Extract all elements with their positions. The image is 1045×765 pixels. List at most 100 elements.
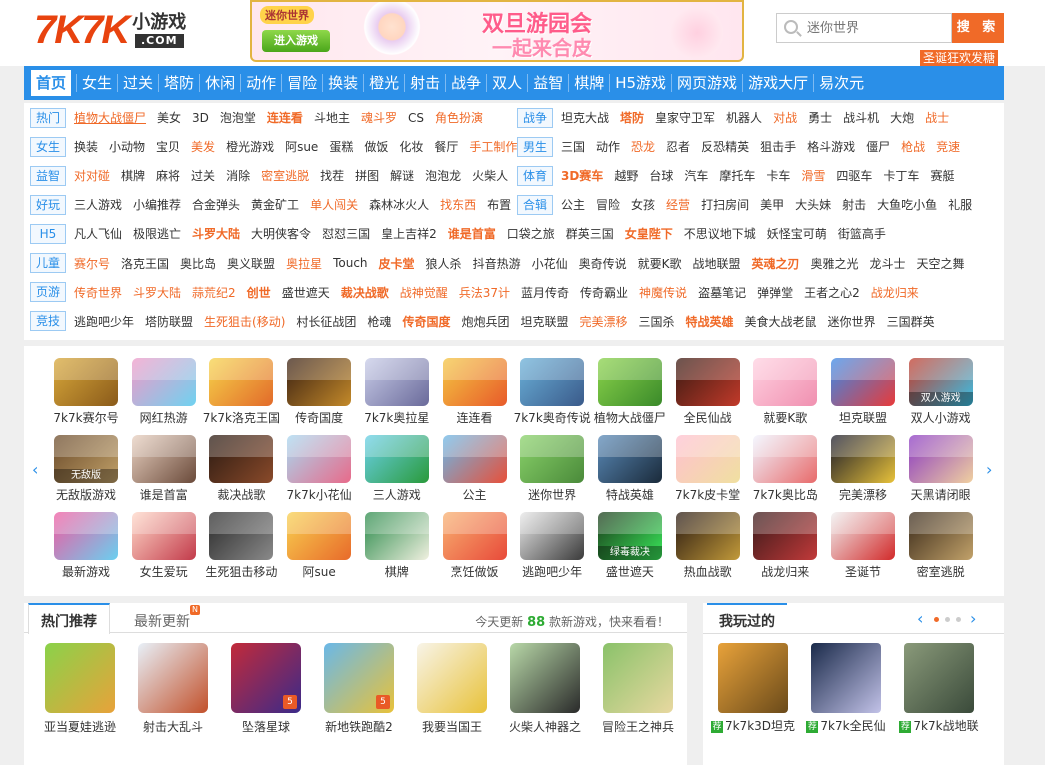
category-link[interactable]: 奥比岛 [180, 255, 216, 272]
category-link[interactable]: 阿sue [285, 138, 318, 155]
category-link[interactable]: 女孩 [631, 196, 655, 213]
game-tile[interactable]: 传奇国度 [279, 358, 359, 426]
category-link[interactable]: 盗墓笔记 [698, 284, 746, 301]
nav-item[interactable]: 橙光 [369, 70, 399, 96]
category-link[interactable]: 黄金矿工 [251, 196, 299, 213]
chevron-left-icon[interactable]: ‹ [917, 611, 925, 627]
category-link[interactable]: 经营 [666, 196, 690, 213]
category-link[interactable]: 街篮高手 [838, 225, 886, 242]
category-link[interactable]: 卡车 [766, 167, 790, 184]
category-link[interactable]: 洛克王国 [121, 255, 169, 272]
category-link[interactable]: 村长征战团 [296, 313, 356, 330]
played-game-tile[interactable]: 荐 7k7k全民仙 [800, 643, 892, 734]
game-tile[interactable]: 热血战歌 [668, 512, 748, 580]
game-tile[interactable]: 7k7k赛尔号 [46, 358, 126, 426]
nav-item[interactable]: 棋牌 [574, 70, 604, 96]
christmas-promo-link[interactable]: 圣诞狂欢发糖 [920, 50, 999, 66]
game-tile[interactable]: 连连看 [435, 358, 515, 426]
game-tile[interactable]: 裁决战歌 [201, 435, 281, 503]
category-link[interactable]: 射击 [842, 196, 866, 213]
category-link[interactable]: 皇家守卫军 [655, 109, 715, 126]
game-tile[interactable]: 生死狙击移动 [201, 512, 281, 580]
category-link[interactable]: 凡人飞仙 [74, 225, 122, 242]
banner-enter-button[interactable]: 进入游戏 [262, 30, 330, 52]
category-link[interactable]: 越野 [614, 167, 638, 184]
category-link[interactable]: 3D赛车 [561, 167, 603, 184]
game-tile[interactable]: 烹饪做饭 [435, 512, 515, 580]
game-tile[interactable]: 7k7k奥拉星 [357, 358, 437, 426]
category-link[interactable]: 蒜荒纪2 [192, 284, 236, 301]
category-link[interactable]: 赛艇 [930, 167, 954, 184]
category-link[interactable]: 天空之舞 [917, 255, 965, 272]
category-link[interactable]: 冒险 [596, 196, 620, 213]
category-link[interactable]: Touch [333, 256, 367, 270]
category-link[interactable]: 战地联盟 [692, 255, 740, 272]
search-input[interactable] [776, 13, 952, 43]
game-tile[interactable]: 阿sue [279, 512, 359, 580]
category-link[interactable]: 极限逃亡 [133, 225, 181, 242]
category-link[interactable]: 裁决战歌 [341, 284, 389, 301]
game-tile[interactable]: 战龙归来 [745, 512, 825, 580]
category-link[interactable]: 口袋之旅 [507, 225, 555, 242]
game-tile[interactable]: 网红热游 [124, 358, 204, 426]
game-tile[interactable]: 双人游戏 双人小游戏 [901, 358, 981, 426]
category-link[interactable]: 滑雪 [801, 167, 825, 184]
game-tile[interactable]: 7k7k洛克王国 [201, 358, 281, 426]
pager-dot[interactable] [956, 616, 961, 622]
category-link[interactable]: 泡泡龙 [425, 167, 461, 184]
category-link[interactable]: 斗罗大陆 [192, 225, 240, 242]
tab-hot-recommend[interactable]: 热门推荐 [28, 603, 110, 634]
game-tile[interactable]: 7k7k小花仙 [279, 435, 359, 503]
category-link[interactable]: 怼怼三国 [322, 225, 370, 242]
category-link[interactable]: 枪魂 [367, 313, 391, 330]
nav-item[interactable]: 战争 [451, 70, 481, 96]
category-link[interactable]: 小编推荐 [133, 196, 181, 213]
category-link[interactable]: 三人游戏 [74, 196, 122, 213]
hot-game-tile[interactable]: 亚当夏娃逃逊 [38, 643, 122, 735]
category-link[interactable]: 拼图 [355, 167, 379, 184]
category-link[interactable]: 王者之心2 [804, 284, 860, 301]
category-link[interactable]: 谁是首富 [448, 225, 496, 242]
category-link[interactable]: 竞速 [936, 138, 960, 155]
category-link[interactable]: 单人闯关 [310, 196, 358, 213]
game-tile[interactable]: 坦克联盟 [823, 358, 903, 426]
category-link[interactable]: 传奇世界 [74, 284, 122, 301]
category-link[interactable]: 斗地主 [314, 109, 350, 126]
category-link[interactable]: 礼服 [948, 196, 972, 213]
category-link[interactable]: 皇上吉祥2 [381, 225, 437, 242]
category-link[interactable]: 小花仙 [532, 255, 568, 272]
nav-item[interactable]: 换装 [328, 70, 358, 96]
hot-game-tile[interactable]: 火柴人神器之 [503, 643, 587, 735]
category-link[interactable]: 战龙归来 [871, 284, 919, 301]
category-link[interactable]: 做饭 [364, 138, 388, 155]
category-link[interactable]: 不思议地下城 [684, 225, 756, 242]
game-tile[interactable]: 天黑请闭眼 [901, 435, 981, 503]
category-link[interactable]: 台球 [649, 167, 673, 184]
hot-game-tile[interactable]: 5 新地铁跑酷2 [317, 643, 401, 735]
game-tile[interactable]: 全民仙战 [668, 358, 748, 426]
category-link[interactable]: 棋牌 [121, 167, 145, 184]
site-logo[interactable]: 7K7K 小游戏 .COM [34, 8, 186, 52]
nav-item[interactable]: 游戏大厅 [748, 70, 808, 96]
search-button[interactable]: 搜 索 [952, 13, 1004, 43]
category-link[interactable]: 传奇霸业 [580, 284, 628, 301]
category-tag[interactable]: 好玩 [30, 194, 66, 215]
nav-item[interactable]: 冒险 [287, 70, 317, 96]
game-tile[interactable]: 就要K歌 [745, 358, 825, 426]
category-link[interactable]: 战斗机 [843, 109, 879, 126]
nav-item[interactable]: 休闲 [205, 70, 235, 96]
category-link[interactable]: 麻将 [156, 167, 180, 184]
category-tag[interactable]: 益智 [30, 165, 66, 186]
game-tile[interactable]: 最新游戏 [46, 512, 126, 580]
category-link[interactable]: 卡丁车 [883, 167, 919, 184]
played-game-tile[interactable]: 荐 7k7k3D坦克 [707, 643, 799, 734]
category-link[interactable]: CS [408, 111, 424, 125]
category-link[interactable]: 手工制作 [469, 138, 517, 155]
nav-item[interactable]: 女生 [82, 70, 112, 96]
game-tile[interactable]: 特战英雄 [590, 435, 670, 503]
nav-item[interactable]: 益智 [533, 70, 563, 96]
category-link[interactable]: 橙光游戏 [226, 138, 274, 155]
nav-item[interactable]: 网页游戏 [677, 70, 737, 96]
chevron-right-icon[interactable]: › [986, 462, 994, 478]
game-tile[interactable]: 完美漂移 [823, 435, 903, 503]
